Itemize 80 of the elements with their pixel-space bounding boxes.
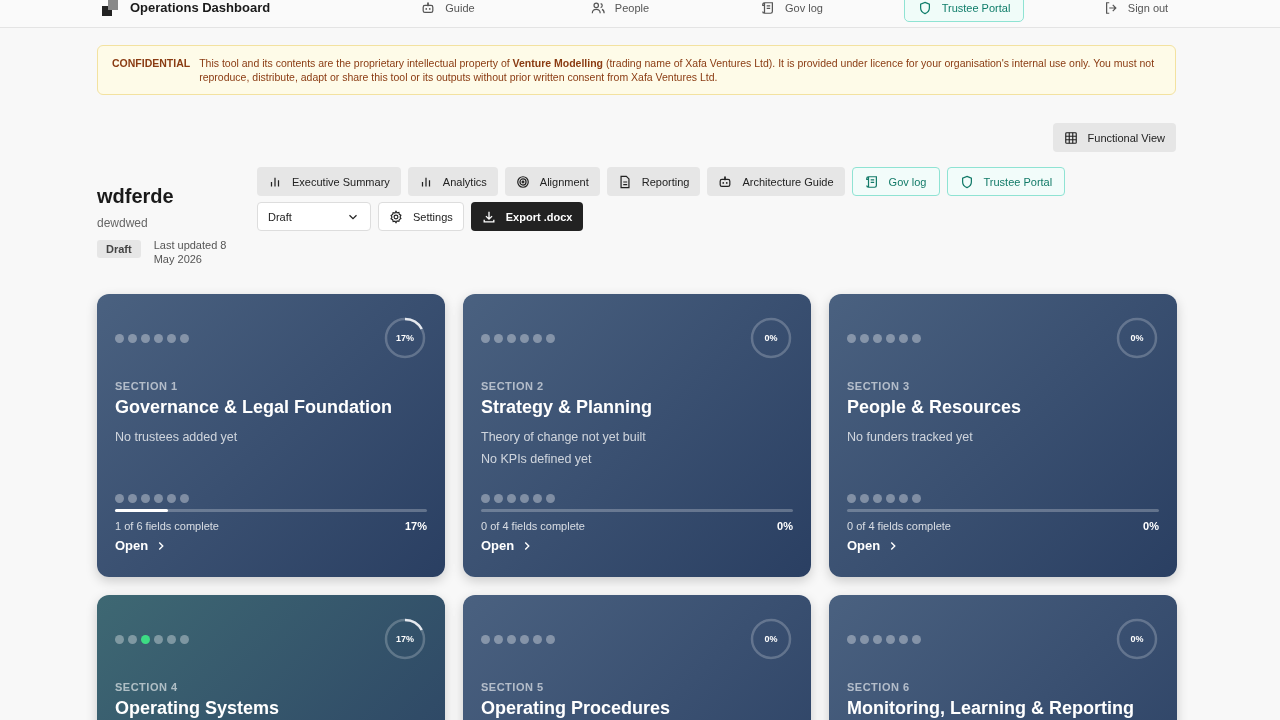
export-button[interactable]: Export .docx: [470, 202, 584, 231]
section-card[interactable]: 0% SECTION 6 Monitoring, Learning & Reporting: [829, 595, 1177, 720]
section-number: SECTION 1: [115, 380, 179, 392]
section-title: People & Resources: [847, 397, 1023, 418]
ring-percent: 0%: [1130, 332, 1144, 344]
nav-link[interactable]: Gov log: [706, 0, 878, 22]
open-link[interactable]: Open: [481, 538, 535, 553]
section-number: SECTION 3: [847, 380, 911, 392]
section-number: SECTION 5: [481, 681, 545, 693]
ring-percent: 0%: [764, 633, 778, 645]
section-number: SECTION 2: [481, 380, 545, 392]
section-note: No trustees added yet: [115, 430, 239, 444]
progress-ring: [383, 617, 427, 661]
percent-text: 0%: [1143, 520, 1159, 532]
section-note: No KPIs defined yet: [481, 452, 593, 466]
robot-icon: [718, 174, 733, 189]
section-number: SECTION 4: [115, 681, 179, 693]
section-title: Governance & Legal Foundation: [115, 397, 394, 418]
section-card[interactable]: 17% SECTION 1 Governance & Legal Foundation No trustees added yet 1 of 6 fields complete 17% Open: [97, 294, 445, 577]
toolbar-button[interactable]: Executive Summary: [257, 167, 401, 196]
section-card[interactable]: 17% SECTION 4 Operating Systems: [97, 595, 445, 720]
last-updated-text: Last updated 8 May 2026: [153, 238, 228, 266]
fields-complete-text: 1 of 6 fields complete: [115, 520, 219, 532]
percent-text: 0%: [777, 520, 793, 532]
status-dropdown[interactable]: Draft: [257, 202, 371, 231]
nav-link[interactable]: Trustee Portal: [904, 0, 1024, 22]
ring-percent: 17%: [396, 332, 414, 344]
nav-link[interactable]: Sign out: [1050, 0, 1222, 22]
fields-complete-text: 0 of 4 fields complete: [847, 520, 951, 532]
section-note: Theory of change not yet built: [481, 430, 647, 444]
ring-percent: 17%: [396, 633, 414, 645]
section-card[interactable]: 0% SECTION 5 Operating Procedures: [463, 595, 811, 720]
toolbar-button[interactable]: Architecture Guide: [707, 167, 845, 196]
progress-ring: [383, 316, 427, 360]
ring-percent: 0%: [1130, 633, 1144, 645]
functional-view-button[interactable]: Functional View: [1052, 123, 1176, 152]
section-card[interactable]: 0% SECTION 2 Strategy & Planning Theory of change not yet built No KPIs defined yet 0 of 4 fields complete 0% Open: [463, 294, 811, 577]
section-title: Monitoring, Learning & Reporting: [847, 698, 1135, 719]
scroll-icon: [761, 0, 776, 15]
logo-icon: [102, 0, 118, 16]
ring-percent: 0%: [764, 332, 778, 344]
nav-link[interactable]: Guide: [362, 0, 534, 22]
shield-icon: [959, 174, 974, 189]
settings-button[interactable]: Settings: [378, 202, 464, 231]
toolbar-button[interactable]: Gov log: [851, 167, 940, 196]
section-note: No funders tracked yet: [847, 430, 974, 444]
section-number: SECTION 6: [847, 681, 911, 693]
fields-complete-text: 0 of 4 fields complete: [481, 520, 585, 532]
nav-link[interactable]: People: [534, 0, 706, 22]
toolbar-button[interactable]: Reporting: [606, 167, 701, 196]
progress-ring: [749, 316, 793, 360]
percent-text: 17%: [404, 520, 427, 532]
open-link[interactable]: Open: [115, 538, 169, 553]
scroll-icon: [864, 174, 879, 189]
section-title: Operating Systems: [115, 698, 281, 719]
section-card[interactable]: 0% SECTION 3 People & Resources No funders tracked yet 0 of 4 fields complete 0% Open: [829, 294, 1177, 577]
grid-icon: [1063, 130, 1078, 145]
target-icon: [515, 174, 530, 189]
robot-icon: [421, 0, 436, 15]
notice-label: CONFIDENTIAL: [112, 56, 191, 71]
section-title: Strategy & Planning: [481, 397, 654, 418]
toolbar-button[interactable]: Alignment: [504, 167, 600, 196]
progress-ring: [1115, 316, 1159, 360]
project-description: dewdwed: [97, 216, 149, 230]
progress-ring: [1115, 617, 1159, 661]
notice-text: This tool and its contents are the proprietary intellectual property of Venture Modelling (trading name of Xafa Ventures Ltd). It is provided under licence for your organisation's internal use only. You must not reproduce, distribute, adapt or share this tool or its outputs without prior written consent from Xafa Ventures Ltd.: [199, 56, 1156, 84]
shield-icon: [917, 0, 932, 15]
document-icon: [617, 174, 632, 189]
app-title: Operations Dashboard: [130, 0, 271, 15]
toolbar-button[interactable]: Trustee Portal: [946, 167, 1066, 196]
download-icon: [481, 209, 496, 224]
people-icon: [590, 0, 605, 15]
status-badge: Draft: [97, 240, 141, 258]
sign-out-icon: [1103, 0, 1118, 15]
section-title: Operating Procedures: [481, 698, 672, 719]
progress-ring: [749, 617, 793, 661]
open-link[interactable]: Open: [847, 538, 901, 553]
project-name: wdferde: [97, 184, 175, 208]
toolbar-button[interactable]: Analytics: [407, 167, 498, 196]
settings-icon: [389, 209, 403, 224]
